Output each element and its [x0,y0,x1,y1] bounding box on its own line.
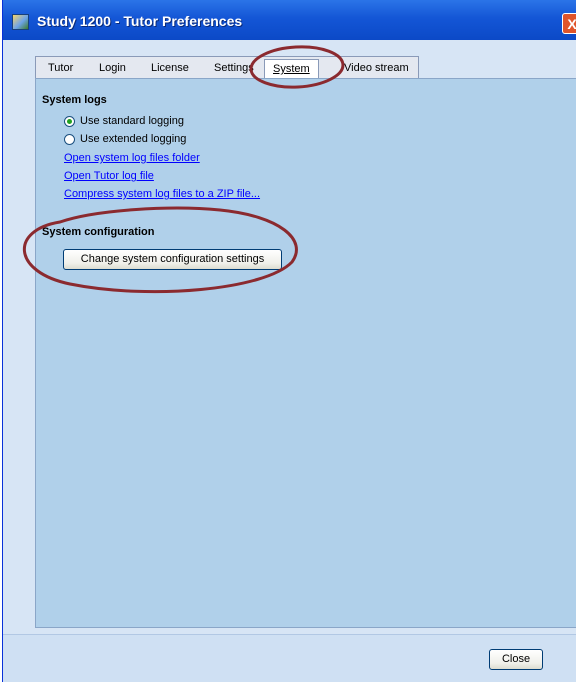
close-window-icon[interactable]: X [562,13,576,34]
system-configuration-heading: System configuration [42,226,155,238]
radio-extended-logging[interactable] [64,133,75,145]
open-tutor-log-link[interactable]: Open Tutor log file [64,170,154,182]
compress-logs-link[interactable]: Compress system log files to a ZIP file.… [64,188,260,200]
radio-standard-logging[interactable] [64,115,75,127]
tab-license[interactable]: License [151,62,189,74]
extended-logging-label: Use extended logging [80,133,187,145]
close-button[interactable]: Close [489,649,543,670]
system-tab-panel: System logs Use standard logging Use ext… [35,78,576,628]
standard-logging-label: Use standard logging [80,115,184,127]
dialog-footer: Close [3,634,576,682]
tab-video-stream[interactable]: Video stream [344,62,409,74]
open-log-folder-link[interactable]: Open system log files folder [64,152,200,164]
radio-selected-dot [67,118,72,124]
extended-logging-option[interactable]: Use extended logging [64,132,186,146]
tab-system[interactable]: System [264,59,319,79]
tab-login[interactable]: Login [99,62,126,74]
standard-logging-option[interactable]: Use standard logging [64,114,184,128]
system-logs-heading: System logs [42,94,107,106]
title-bar: Study 1200 - Tutor Preferences [3,0,576,40]
change-config-button[interactable]: Change system configuration settings [63,249,282,270]
tab-strip: Tutor Login License Settings System Vide… [35,56,419,79]
preferences-window: Study 1200 - Tutor Preferences Tutor Log… [2,0,576,682]
window-title: Study 1200 - Tutor Preferences [37,13,243,29]
tab-settings[interactable]: Settings [214,62,254,74]
app-icon [12,14,29,30]
tab-tutor[interactable]: Tutor [48,62,73,74]
